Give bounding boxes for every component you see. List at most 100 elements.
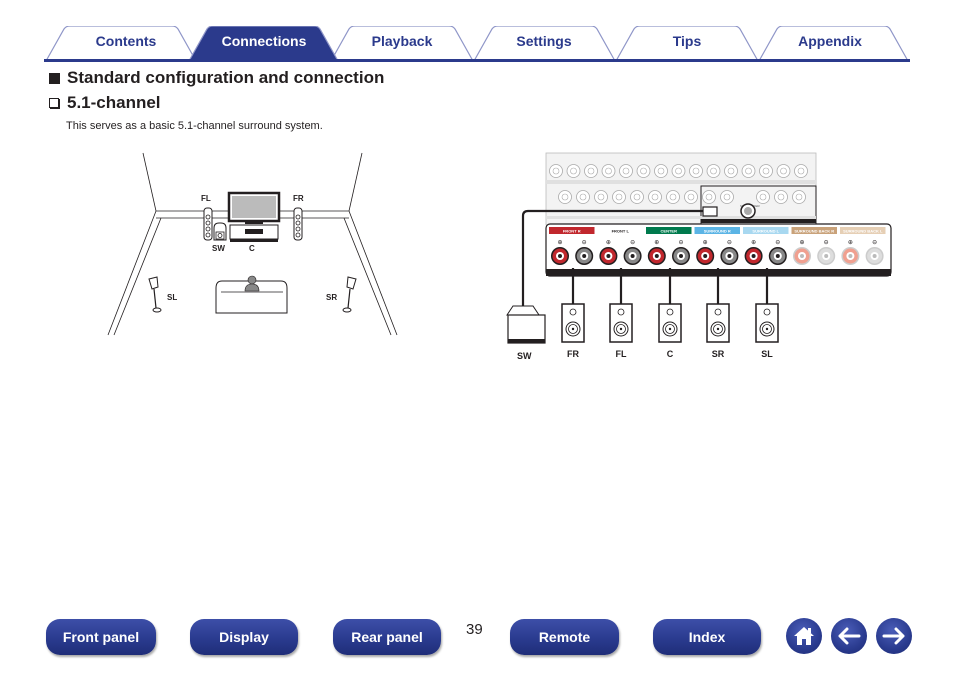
section-description: This serves as a basic 5.1-channel surro… [66,120,323,132]
svg-text:⊕: ⊕ [557,240,562,246]
bookshelf-speaker-icon [706,303,730,343]
audio-jack-icon [594,190,608,204]
video-jack-icon [759,164,773,178]
svg-text:⊕: ⊕ [799,240,804,246]
top-tab-bar: Contents Connections Playback Settings T… [44,26,910,62]
room-layout-diagram: FL FR SW C SL SR [107,152,398,336]
room-label-fl: FL [201,194,211,203]
remote-button[interactable]: Remote [510,619,619,655]
section-title: Standard configuration and connection [67,68,385,87]
video-jack-icon [636,164,651,178]
audio-jack-icon [774,190,788,204]
video-jack-icon [706,164,721,178]
video-jack-icon [741,164,756,178]
bookshelf-speaker-icon [561,303,585,343]
subwoofer-icon [213,222,227,241]
video-jack-icon [776,164,791,178]
arrow-left-icon [838,627,861,645]
room-label-sr: SR [326,293,337,302]
previous-page-button[interactable] [831,618,867,654]
surround-right-speaker-icon [342,276,357,313]
video-jack-icon [549,164,563,178]
arrow-right-icon [882,627,905,645]
speaker-label-sr: SR [712,349,725,359]
home-icon [794,627,814,645]
terminal-band-label: SURROUND BACK R [794,229,834,234]
rear-panel-button[interactable]: Rear panel [333,619,441,655]
tab-playback[interactable]: Playback [344,33,460,49]
audio-jack-icon [756,190,770,204]
svg-text:⊕: ⊕ [751,240,756,246]
tab-settings[interactable]: Settings [486,33,602,49]
room-label-c: C [249,244,255,253]
terminal-band-label: CENTER [661,229,678,234]
svg-text:⊖: ⊖ [727,240,732,246]
audio-jack-icon [648,190,662,204]
tab-contents[interactable]: Contents [66,33,186,49]
audio-jack-icon [612,190,626,204]
audio-jack-icon [576,190,590,204]
svg-text:⊖: ⊖ [775,240,780,246]
video-jack-icon [601,164,616,178]
speaker-label-fl: FL [616,349,627,359]
svg-text:⊖: ⊖ [630,240,635,246]
audio-jack-icon [720,190,734,204]
bookshelf-speaker-icon [755,303,779,343]
bookshelf-speaker-icon [609,303,633,343]
speaker-label-sw: SW [517,351,532,361]
audio-jack-icon [702,190,716,204]
svg-text:⊕: ⊕ [654,240,659,246]
receiver-rear-panel-upper: SUBWOOFER [545,152,817,226]
subsection-heading: 5.1-channel [49,93,161,113]
front-right-speaker-icon [293,207,303,241]
front-panel-button[interactable]: Front panel [46,619,156,655]
tab-connections[interactable]: Connections [200,33,328,49]
terminal-band-label: SURROUND BACK L [843,229,883,234]
terminal-band-label: FRONT L [612,229,630,234]
audio-jack-icon [630,190,644,204]
surround-left-speaker-icon [148,276,162,313]
terminal-band-label: SURROUND L [752,229,779,234]
speaker-label-c: C [667,349,674,359]
video-jack-icon [724,164,738,178]
video-jack-icon [794,164,808,178]
svg-text:⊖: ⊖ [824,240,829,246]
front-left-speaker-icon [203,207,213,241]
section-heading: Standard configuration and connection [49,68,384,88]
svg-text:⊕: ⊕ [848,240,853,246]
video-jack-icon [584,164,598,178]
next-page-button[interactable] [876,618,912,654]
svg-text:⊕: ⊕ [606,240,611,246]
terminal-band-label: FRONT R [563,229,581,234]
svg-text:⊕: ⊕ [703,240,708,246]
tab-tips[interactable]: Tips [629,33,745,49]
video-jack-icon [654,164,668,178]
center-speaker-icon [229,224,279,242]
hollow-square-bullet-icon [49,98,59,108]
speaker-label-fr: FR [567,349,579,359]
audio-jack-icon [792,190,806,204]
bookshelf-speaker-icon [658,303,682,343]
display-button[interactable]: Display [190,619,298,655]
tab-appendix[interactable]: Appendix [772,33,888,49]
audio-jack-icon [666,190,680,204]
filled-square-bullet-icon [49,72,60,84]
video-jack-icon [689,164,703,178]
room-label-sl: SL [167,293,177,302]
video-jack-icon [619,164,633,178]
terminal-band-label: SURROUND R [704,229,731,234]
room-label-sw: SW [212,244,225,253]
listener-sofa-icon [215,275,288,314]
subwoofer-box-icon [506,305,546,344]
speaker-label-sl: SL [761,349,773,359]
index-button[interactable]: Index [653,619,761,655]
receiver-connection-diagram: SUBWOOFER FRONT R FRONT L CENTER SURROUND R… [506,152,892,361]
home-button[interactable] [786,618,822,654]
tv-icon [227,191,281,224]
svg-text:⊖: ⊖ [678,240,683,246]
audio-jack-icon [558,190,572,204]
svg-text:⊖: ⊖ [872,240,877,246]
room-label-fr: FR [293,194,304,203]
video-jack-icon [671,164,686,178]
svg-text:⊖: ⊖ [582,240,587,246]
